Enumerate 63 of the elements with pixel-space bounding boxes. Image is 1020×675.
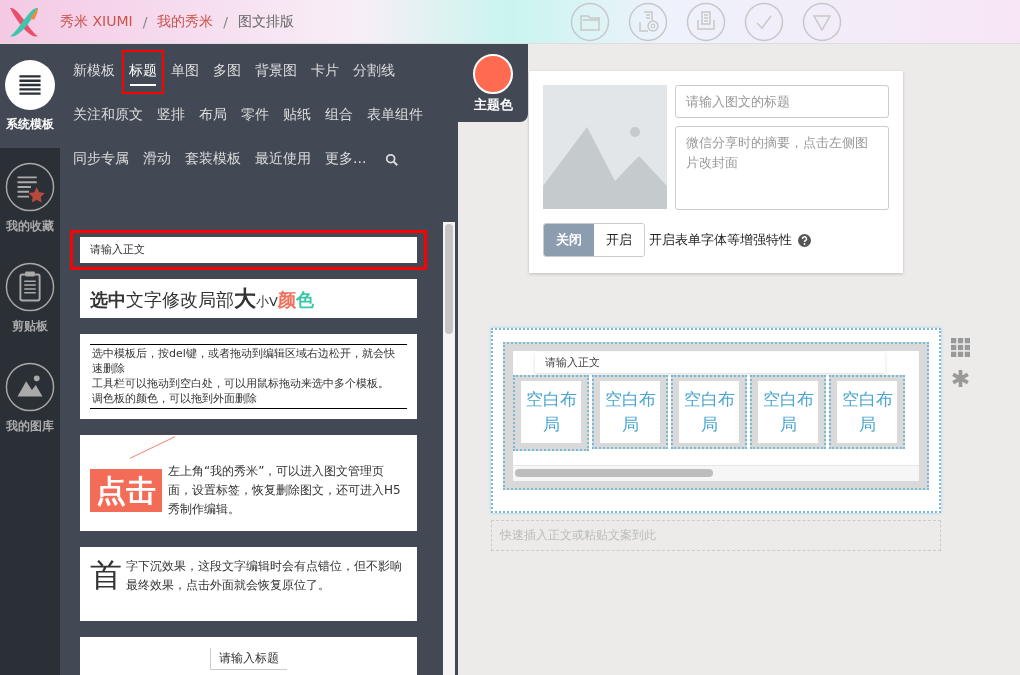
toggle-label: 开启表单字体等增强特性 — [649, 231, 792, 249]
summary-field[interactable]: 微信分享时的摘要，点击左侧图片改封面 — [675, 126, 889, 210]
asterisk-icon[interactable] — [951, 369, 970, 388]
category-tab[interactable]: 同步专属 — [66, 138, 136, 182]
category-tab[interactable]: 套装模板 — [178, 138, 248, 182]
drop-cap: 首 — [90, 557, 122, 596]
mountain-icon — [5, 361, 55, 412]
sidebar-tab-label: 我的图库 — [6, 417, 54, 435]
grid-icon[interactable] — [951, 338, 970, 357]
category-tab[interactable]: 布局 — [192, 94, 234, 138]
category-tab[interactable]: 贴纸 — [276, 94, 318, 138]
document-tray-icon[interactable] — [686, 1, 726, 42]
breadcrumb-separator: / — [223, 13, 229, 30]
checkmark-icon[interactable] — [744, 1, 784, 42]
floating-text-bar: 请输入正文 — [535, 352, 885, 373]
template-text: 工具栏可以拖动到空白处，可以用鼠标拖动来选中多个模板。 — [92, 376, 390, 391]
category-tab[interactable]: 背景图 — [248, 50, 304, 94]
scrollbar-thumb[interactable] — [515, 469, 713, 477]
category-tab[interactable]: 分割线 — [346, 50, 402, 94]
category-tab[interactable]: 滑动 — [136, 138, 178, 182]
sidebar-tab-label: 系统模板 — [6, 115, 54, 133]
sidebar-tab[interactable]: 系统模板 — [0, 44, 60, 148]
category-tab[interactable]: 关注和原文 — [66, 94, 150, 138]
category-tab[interactable]: 最近使用 — [248, 138, 318, 182]
layout-block[interactable]: 空白布局 空白布局 空白布局 空白布局 空白布局 请输入正文 — [491, 328, 941, 513]
category-tab[interactable]: 竖排 — [150, 94, 192, 138]
breadcrumb-current: 图文排版 — [238, 12, 295, 31]
category-tab[interactable]: 卡片 — [304, 50, 346, 94]
breadcrumb-separator: / — [142, 13, 148, 30]
template-card[interactable]: 请输入正文 — [70, 230, 427, 270]
lines-icon — [5, 59, 55, 110]
template-text: 选中模板后，按del键，或者拖动到编辑区域右边松开，就会快速删除 — [92, 346, 396, 376]
scrollbar[interactable] — [513, 465, 919, 481]
triangle-down-icon[interactable] — [802, 1, 842, 42]
template-text: 左上角“我的秀米”，可以进入图文管理页面，设置标签，恢复删除图文，还可进入H5秀制作编辑。 — [168, 462, 402, 518]
category-tab[interactable]: 标题 — [122, 50, 164, 94]
badge-label: 点击 — [90, 468, 162, 512]
template-text: 调色板的颜色，可以拖到外面删除 — [92, 391, 258, 406]
folder-icon[interactable] — [570, 1, 610, 42]
category-tab[interactable]: 新模板 — [66, 50, 122, 94]
category-tab[interactable]: 更多... — [318, 138, 374, 182]
breadcrumb-link[interactable]: 我的秀米 — [157, 12, 214, 31]
title-field[interactable]: 请输入图文的标题 — [675, 85, 889, 118]
template-text: 字下沉效果，这段文字编辑时会有点错位，但不影响最终效果，点击外面就会恢复原位了。 — [126, 558, 403, 594]
sidebar-tab-label: 剪贴板 — [12, 317, 48, 335]
category-tab[interactable]: 多图 — [206, 50, 248, 94]
theme-color-label: 主题色 — [473, 96, 513, 114]
category-tab[interactable]: 单图 — [164, 50, 206, 94]
category-tab[interactable]: 表单组件 — [360, 94, 430, 138]
template-text: 选中文字修改局部大小V颜色 — [90, 289, 314, 310]
theme-color-tab[interactable]: 主题色 — [458, 44, 528, 122]
search-icon[interactable] — [385, 153, 400, 167]
help-icon[interactable] — [798, 233, 811, 247]
title-placeholder: 请输入标题 — [210, 647, 287, 670]
category-tab[interactable]: 零件 — [234, 94, 276, 138]
scrollbar-thumb[interactable] — [445, 224, 453, 334]
clipboard-icon — [5, 261, 55, 312]
theme-color-swatch[interactable] — [473, 54, 513, 94]
scrollbar[interactable] — [443, 222, 455, 675]
category-tab[interactable]: 组合 — [318, 94, 360, 138]
sidebar-tab-label: 我的收藏 — [6, 217, 54, 235]
document-disc-icon[interactable] — [628, 1, 668, 42]
template-text: 请输入正文 — [90, 243, 145, 256]
